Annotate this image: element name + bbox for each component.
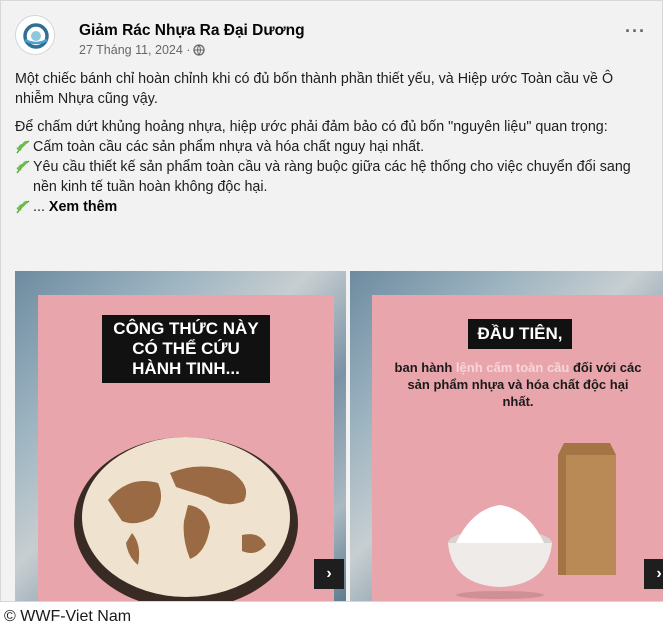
post-paragraph-1: Một chiếc bánh chỉ hoàn chỉnh khi có đủ … bbox=[15, 71, 614, 107]
post-header: Giảm Rác Nhựa Ra Đại Dương 27 Tháng 11, … bbox=[15, 13, 648, 59]
post-date[interactable]: 27 Tháng 11, 2024 · bbox=[79, 43, 190, 57]
slide-background: ĐẦU TIÊN, ban hành lệnh cấm toàn cầu đối… bbox=[372, 295, 663, 601]
herb-icon bbox=[16, 160, 30, 174]
flour-bowl-illustration bbox=[448, 443, 616, 599]
post-meta: 27 Tháng 11, 2024 · bbox=[79, 43, 206, 57]
slide-background: CÔNG THỨC NÀY CÓ THỂ CỨU HÀNH TINH... bbox=[38, 295, 334, 601]
bullet-item: Cấm toàn cầu các sản phẩm nhựa và hóa ch… bbox=[15, 137, 655, 157]
page-avatar[interactable] bbox=[15, 15, 55, 55]
post-body: Một chiếc bánh chỉ hoàn chỉnh khi có đủ … bbox=[15, 69, 655, 217]
earth-pie-illustration bbox=[74, 437, 298, 601]
more-options-icon[interactable]: ··· bbox=[625, 21, 646, 42]
globe-icon bbox=[193, 44, 206, 56]
next-slide-button[interactable]: › bbox=[314, 559, 344, 589]
see-more-link[interactable]: Xem thêm bbox=[49, 197, 117, 217]
next-slide-button[interactable]: › bbox=[644, 559, 663, 589]
carousel-slide-1[interactable]: CÔNG THỨC NÀY CÓ THỂ CỨU HÀNH TINH... › bbox=[15, 271, 346, 601]
image-carousel: CÔNG THỨC NÀY CÓ THỂ CỨU HÀNH TINH... › … bbox=[15, 271, 663, 601]
page-name-link[interactable]: Giảm Rác Nhựa Ra Đại Dương bbox=[79, 22, 305, 40]
herb-icon bbox=[16, 140, 30, 154]
bullet-item: ... Xem thêm bbox=[15, 197, 655, 217]
post-paragraph-2: Để chấm dứt khủng hoảng nhựa, hiệp ước p… bbox=[15, 117, 655, 217]
herb-icon bbox=[16, 200, 30, 214]
carousel-slide-2[interactable]: ĐẦU TIÊN, ban hành lệnh cấm toàn cầu đối… bbox=[350, 271, 663, 601]
bullet-item: Yêu cầu thiết kế sản phẩm toàn cầu và rà… bbox=[15, 157, 655, 197]
page-logo-icon bbox=[17, 17, 54, 54]
image-credit: © WWF-Viet Nam bbox=[4, 608, 132, 625]
facebook-post-card: Giảm Rác Nhựa Ra Đại Dương 27 Tháng 11, … bbox=[0, 0, 663, 602]
